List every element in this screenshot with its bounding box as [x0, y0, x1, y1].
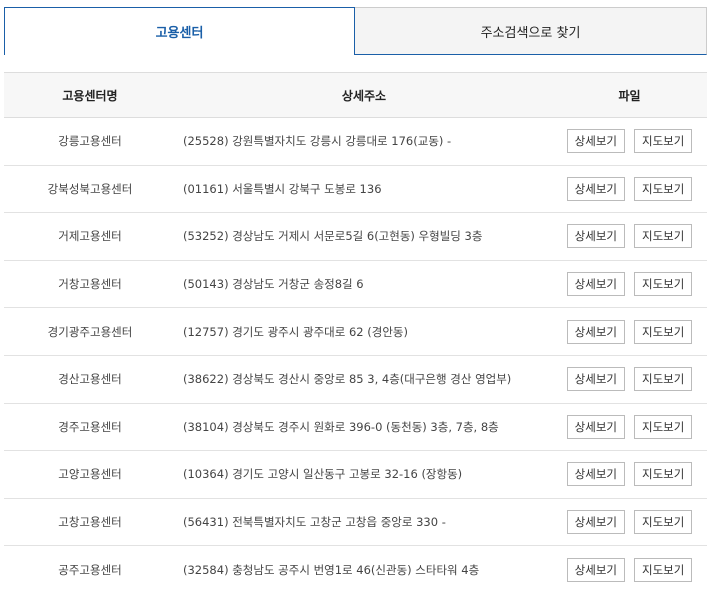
center-name: 고양고용센터 — [58, 467, 122, 482]
table-header: 고용센터명 상세주소 파일 — [4, 73, 707, 118]
table-row: 경기광주고용센터 (12757) 경기도 광주시 광주대로 62 (경안동) 상세보… — [4, 308, 707, 356]
file-actions: 상세보기 지도보기 — [552, 272, 707, 297]
detail-button[interactable]: 상세보기 — [566, 319, 625, 344]
center-name: 강릉고용센터 — [58, 134, 122, 149]
map-button[interactable]: 지도보기 — [634, 414, 693, 439]
table-row: 강릉고용센터 (25528) 강원특별자치도 강릉시 강릉대로 176(교동) -… — [4, 118, 707, 166]
center-name: 강북성북고용센터 — [47, 181, 133, 196]
map-button[interactable]: 지도보기 — [634, 272, 693, 297]
table-body: 강릉고용센터 (25528) 강원특별자치도 강릉시 강릉대로 176(교동) -… — [4, 118, 707, 589]
header-file: 파일 — [618, 88, 641, 103]
tab-bar: 고용센터 주소검색으로 찾기 — [4, 7, 707, 55]
center-name: 경산고용센터 — [58, 372, 122, 387]
map-button[interactable]: 지도보기 — [634, 129, 693, 154]
map-button[interactable]: 지도보기 — [634, 319, 693, 344]
table-row: 경산고용센터 (38622) 경상북도 경산시 중앙로 85 3, 4층(대구은행… — [4, 356, 707, 404]
header-center-name: 고용센터명 — [62, 88, 118, 103]
detail-button[interactable]: 상세보기 — [566, 414, 625, 439]
table-row: 고양고용센터 (10364) 경기도 고양시 일산동구 고봉로 32-16 (장항… — [4, 451, 707, 499]
center-address: (56431) 전북특별자치도 고창군 고창읍 중앙로 330 - — [183, 515, 446, 530]
map-button[interactable]: 지도보기 — [634, 557, 693, 582]
header-address: 상세주소 — [341, 88, 387, 103]
file-actions: 상세보기 지도보기 — [552, 224, 707, 249]
table-row: 고창고용센터 (56431) 전북특별자치도 고창군 고창읍 중앙로 330 - 상… — [4, 499, 707, 547]
file-actions: 상세보기 지도보기 — [552, 462, 707, 487]
file-actions: 상세보기 지도보기 — [552, 129, 707, 154]
detail-button[interactable]: 상세보기 — [566, 129, 625, 154]
map-button[interactable]: 지도보기 — [634, 510, 693, 535]
center-table: 고용센터명 상세주소 파일 강릉고용센터 (25528) 강원특별자치도 강릉시 … — [4, 72, 707, 589]
center-address: (25528) 강원특별자치도 강릉시 강릉대로 176(교동) - — [183, 134, 452, 149]
center-address: (01161) 서울특별시 강북구 도봉로 136 — [183, 181, 382, 196]
file-actions: 상세보기 지도보기 — [552, 367, 707, 392]
center-name: 경기광주고용센터 — [47, 324, 133, 339]
detail-button[interactable]: 상세보기 — [566, 224, 625, 249]
center-address: (38104) 경상북도 경주시 원화로 396-0 (동천동) 3층, 7층,… — [183, 419, 499, 434]
center-address: (50143) 경상남도 거창군 송정8길 6 — [183, 277, 364, 292]
table-row: 거창고용센터 (50143) 경상남도 거창군 송정8길 6 상세보기 지도보기 — [4, 261, 707, 309]
detail-button[interactable]: 상세보기 — [566, 272, 625, 297]
tab-employment-center[interactable]: 고용센터 — [4, 7, 355, 55]
map-button[interactable]: 지도보기 — [634, 367, 693, 392]
table-row: 거제고용센터 (53252) 경상남도 거제시 서문로5길 6(고현동) 우형빌딩… — [4, 213, 707, 261]
table-row: 경주고용센터 (38104) 경상북도 경주시 원화로 396-0 (동천동) 3… — [4, 404, 707, 452]
center-name: 경주고용센터 — [58, 419, 122, 434]
file-actions: 상세보기 지도보기 — [552, 510, 707, 535]
file-actions: 상세보기 지도보기 — [552, 414, 707, 439]
file-actions: 상세보기 지도보기 — [552, 557, 707, 582]
center-address: (53252) 경상남도 거제시 서문로5길 6(고현동) 우형빌딩 3층 — [183, 229, 483, 244]
detail-button[interactable]: 상세보기 — [566, 462, 625, 487]
center-name: 거제고용센터 — [58, 229, 122, 244]
detail-button[interactable]: 상세보기 — [566, 510, 625, 535]
table-row: 공주고용센터 (32584) 충청남도 공주시 번영1로 46(신관동) 스타타워… — [4, 546, 707, 589]
tab-address-search[interactable]: 주소검색으로 찾기 — [355, 7, 707, 55]
center-address: (12757) 경기도 광주시 광주대로 62 (경안동) — [183, 324, 408, 339]
detail-button[interactable]: 상세보기 — [566, 367, 625, 392]
center-address: (10364) 경기도 고양시 일산동구 고봉로 32-16 (장항동) — [183, 467, 463, 482]
detail-button[interactable]: 상세보기 — [566, 557, 625, 582]
detail-button[interactable]: 상세보기 — [566, 176, 625, 201]
center-address: (38622) 경상북도 경산시 중앙로 85 3, 4층(대구은행 경산 영업… — [183, 372, 512, 387]
center-name: 거창고용센터 — [58, 277, 122, 292]
center-name: 고창고용센터 — [58, 515, 122, 530]
center-name: 공주고용센터 — [58, 562, 122, 577]
center-address: (32584) 충청남도 공주시 번영1로 46(신관동) 스타타워 4층 — [183, 562, 480, 577]
map-button[interactable]: 지도보기 — [634, 224, 693, 249]
file-actions: 상세보기 지도보기 — [552, 176, 707, 201]
map-button[interactable]: 지도보기 — [634, 462, 693, 487]
file-actions: 상세보기 지도보기 — [552, 319, 707, 344]
map-button[interactable]: 지도보기 — [634, 176, 693, 201]
table-row: 강북성북고용센터 (01161) 서울특별시 강북구 도봉로 136 상세보기 지도보… — [4, 166, 707, 214]
